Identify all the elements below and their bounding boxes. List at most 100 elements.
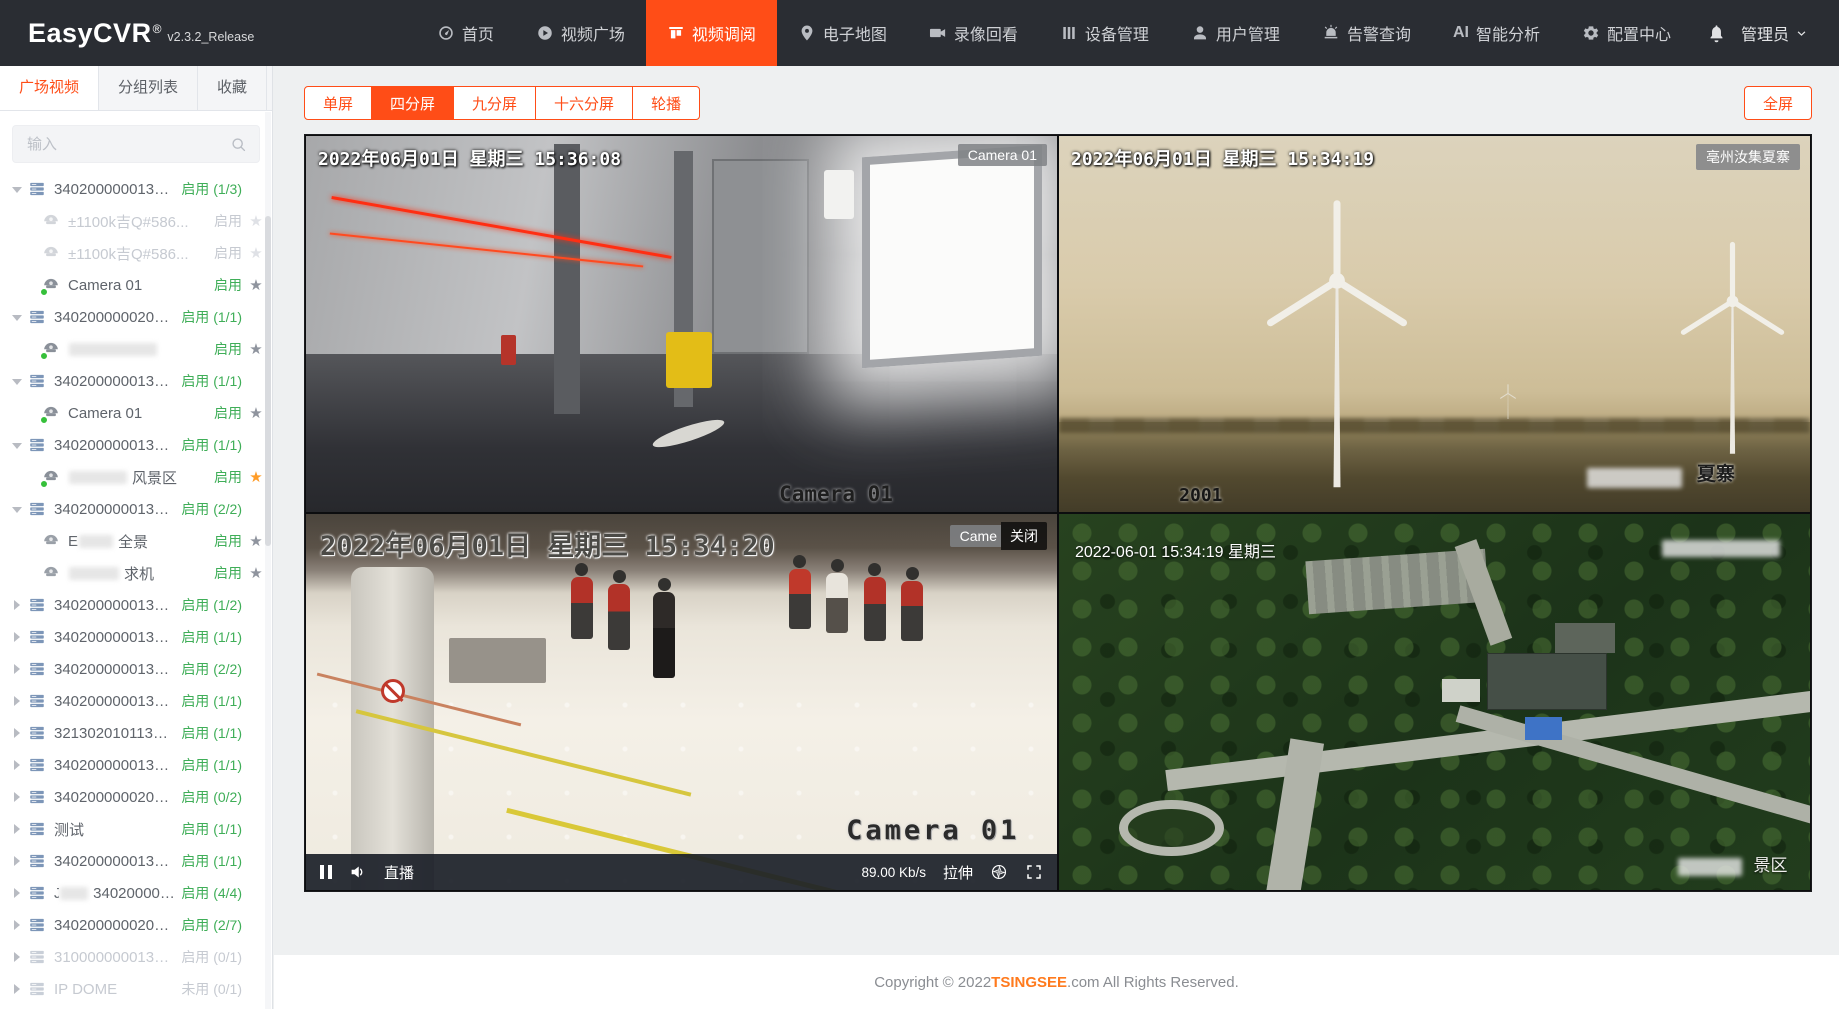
- tab-1[interactable]: 广场视频: [0, 66, 99, 110]
- tree-device-row[interactable]: 3402000000132000...启用 (1/1): [0, 685, 272, 717]
- nav-item-7[interactable]: 用户管理: [1170, 0, 1301, 66]
- favorite-star-icon[interactable]: ★: [248, 342, 264, 357]
- nav-item-4[interactable]: 电子地图: [777, 0, 908, 66]
- tree-device-row[interactable]: IP DOME未用 (0/1): [0, 973, 272, 1005]
- tree-device-row[interactable]: J3402000000011...启用 (4/4): [0, 877, 272, 909]
- expand-arrow-icon[interactable]: [10, 694, 26, 708]
- layout-button-1[interactable]: 单屏: [304, 86, 372, 120]
- tree-device-row[interactable]: 3402000000200000...启用 (0/2): [0, 781, 272, 813]
- tree-camera-row[interactable]: 启用★: [0, 333, 272, 365]
- tree-camera-row[interactable]: ±1100k吉Q#586...启用★: [0, 237, 272, 269]
- expand-arrow-icon[interactable]: [10, 886, 26, 900]
- favorite-star-icon[interactable]: ★: [248, 278, 264, 293]
- video-close-button[interactable]: 关闭: [1001, 522, 1047, 550]
- video-wall-icon: [667, 24, 685, 42]
- admin-menu[interactable]: 管理员: [1737, 21, 1813, 45]
- stretch-button[interactable]: 拉伸: [943, 862, 973, 883]
- fullscreen-expand-icon[interactable]: [1025, 863, 1043, 881]
- expand-arrow-icon[interactable]: [10, 630, 26, 644]
- expand-arrow-icon[interactable]: [10, 918, 26, 932]
- search-icon[interactable]: [230, 136, 247, 153]
- tree-device-row[interactable]: 测试启用 (1/1): [0, 813, 272, 845]
- expand-arrow-icon[interactable]: [10, 726, 26, 740]
- logo[interactable]: EasyCVR ® v2.3.2_Release: [28, 20, 254, 47]
- tree-device-row[interactable]: 3402000000132000...启用 (1/1): [0, 365, 272, 397]
- sidebar-scrollbar[interactable]: [265, 112, 271, 1009]
- expand-arrow-icon[interactable]: [10, 854, 26, 868]
- tree-device-row[interactable]: 3100000000131000...启用 (0/1): [0, 941, 272, 973]
- nav-item-8[interactable]: 告警查询: [1301, 0, 1432, 66]
- tree-device-row[interactable]: [0, 1005, 272, 1009]
- scene-blue-tarp: [1525, 717, 1563, 740]
- tab-2[interactable]: 分组列表: [99, 66, 198, 110]
- collapse-arrow-icon[interactable]: [10, 502, 26, 516]
- tree-device-row[interactable]: 3402000000132000...启用 (1/1): [0, 845, 272, 877]
- layout-button-5[interactable]: 轮播: [632, 86, 700, 120]
- favorite-star-icon[interactable]: ★: [248, 470, 264, 485]
- collapse-arrow-icon[interactable]: [10, 438, 26, 452]
- brand-link[interactable]: TSINGSEE: [991, 974, 1067, 991]
- volume-icon[interactable]: [349, 863, 367, 881]
- video-cell-2[interactable]: 2022年06月01日 星期三 15:34:19 亳州汝集夏寨 2001 夏寨: [1059, 136, 1810, 512]
- aperture-icon[interactable]: [990, 863, 1008, 881]
- search-input[interactable]: [25, 135, 230, 154]
- status-label: 启用 (2/7): [175, 915, 242, 935]
- tree-item-label: 3402000000200000...: [54, 917, 175, 934]
- expand-arrow-icon[interactable]: [10, 758, 26, 772]
- favorite-star-icon[interactable]: ★: [248, 534, 264, 549]
- expand-arrow-icon[interactable]: [10, 950, 26, 964]
- favorite-star-icon[interactable]: ★: [248, 246, 264, 261]
- expand-arrow-icon[interactable]: [10, 662, 26, 676]
- favorite-star-icon[interactable]: ★: [248, 566, 264, 581]
- collapse-arrow-icon[interactable]: [10, 310, 26, 324]
- nav-item-2[interactable]: 视频广场: [515, 0, 646, 66]
- layout-button-2[interactable]: 四分屏: [371, 86, 454, 120]
- layout-button-4[interactable]: 十六分屏: [535, 86, 633, 120]
- expand-arrow-icon[interactable]: [10, 822, 26, 836]
- pause-button[interactable]: [320, 865, 332, 879]
- nav-item-9[interactable]: AI智能分析: [1432, 0, 1561, 66]
- fullscreen-button[interactable]: 全屏: [1744, 86, 1812, 120]
- scene-extinguisher: [501, 335, 516, 365]
- tree-camera-row[interactable]: 风景区启用★: [0, 461, 272, 493]
- tree-device-row[interactable]: 3402000000132000...启用 (2/2): [0, 493, 272, 525]
- tree-device-row[interactable]: 3402000000132000...启用 (1/1): [0, 621, 272, 653]
- tree-camera-row[interactable]: Camera 01启用★: [0, 269, 272, 301]
- collapse-arrow-icon[interactable]: [10, 374, 26, 388]
- tree-device-row[interactable]: 3402000000132000...启用 (1/1): [0, 749, 272, 781]
- scene-yellow-bin: [666, 332, 711, 388]
- collapse-arrow-icon[interactable]: [10, 182, 26, 196]
- tree-camera-row[interactable]: E全景启用★: [0, 525, 272, 557]
- tree-device-row[interactable]: 3402000000200000...启用 (2/7): [0, 909, 272, 941]
- tree-device-row[interactable]: 3402000000132000...启用 (1/2): [0, 589, 272, 621]
- nav-item-3[interactable]: 视频调阅: [646, 0, 777, 66]
- favorite-star-icon[interactable]: ★: [248, 406, 264, 421]
- tree-device-row[interactable]: 3402000000200000...启用 (1/1): [0, 301, 272, 333]
- notification-bell-button[interactable]: [1706, 23, 1727, 44]
- tab-3[interactable]: 收藏: [198, 66, 267, 110]
- nav-item-1[interactable]: 首页: [416, 0, 515, 66]
- nav-item-10[interactable]: 配置中心: [1561, 0, 1692, 66]
- expand-arrow-icon[interactable]: [10, 982, 26, 996]
- video-cell-4[interactable]: 2022-06-01 15:34:19 星期三 景区: [1059, 514, 1810, 890]
- tree-device-row[interactable]: 3402000000132000...启用 (1/3): [0, 173, 272, 205]
- tree-device-row[interactable]: 3213020101131000...启用 (1/1): [0, 717, 272, 749]
- expand-arrow-icon[interactable]: [10, 790, 26, 804]
- redacted-text: [79, 535, 113, 548]
- tree-camera-row[interactable]: 求机启用★: [0, 557, 272, 589]
- video-cell-1[interactable]: 2022年06月01日 星期三 15:36:08 Camera 01 Camer…: [306, 136, 1057, 512]
- video-cell-3[interactable]: 2022年06月01日 星期三 15:34:20 Came 关闭 Camera …: [306, 514, 1057, 890]
- tree-camera-row[interactable]: Camera 01启用★: [0, 397, 272, 429]
- tree-device-row[interactable]: 3402000000132000...启用 (1/1): [0, 429, 272, 461]
- nav-item-6[interactable]: 设备管理: [1039, 0, 1170, 66]
- expand-arrow-icon[interactable]: [10, 598, 26, 612]
- scrollbar-thumb[interactable]: [265, 216, 271, 546]
- tree-camera-row[interactable]: ±1100k吉Q#586...启用★: [0, 205, 272, 237]
- layout-button-3[interactable]: 九分屏: [453, 86, 536, 120]
- favorite-star-icon[interactable]: ★: [248, 214, 264, 229]
- tree-item-label: Camera 01: [68, 277, 142, 294]
- tree-item-label: 全景: [118, 531, 148, 552]
- tree-device-row[interactable]: 3402000000132000...启用 (2/2): [0, 653, 272, 685]
- scene-desk: [449, 638, 547, 683]
- nav-item-5[interactable]: 录像回看: [908, 0, 1039, 66]
